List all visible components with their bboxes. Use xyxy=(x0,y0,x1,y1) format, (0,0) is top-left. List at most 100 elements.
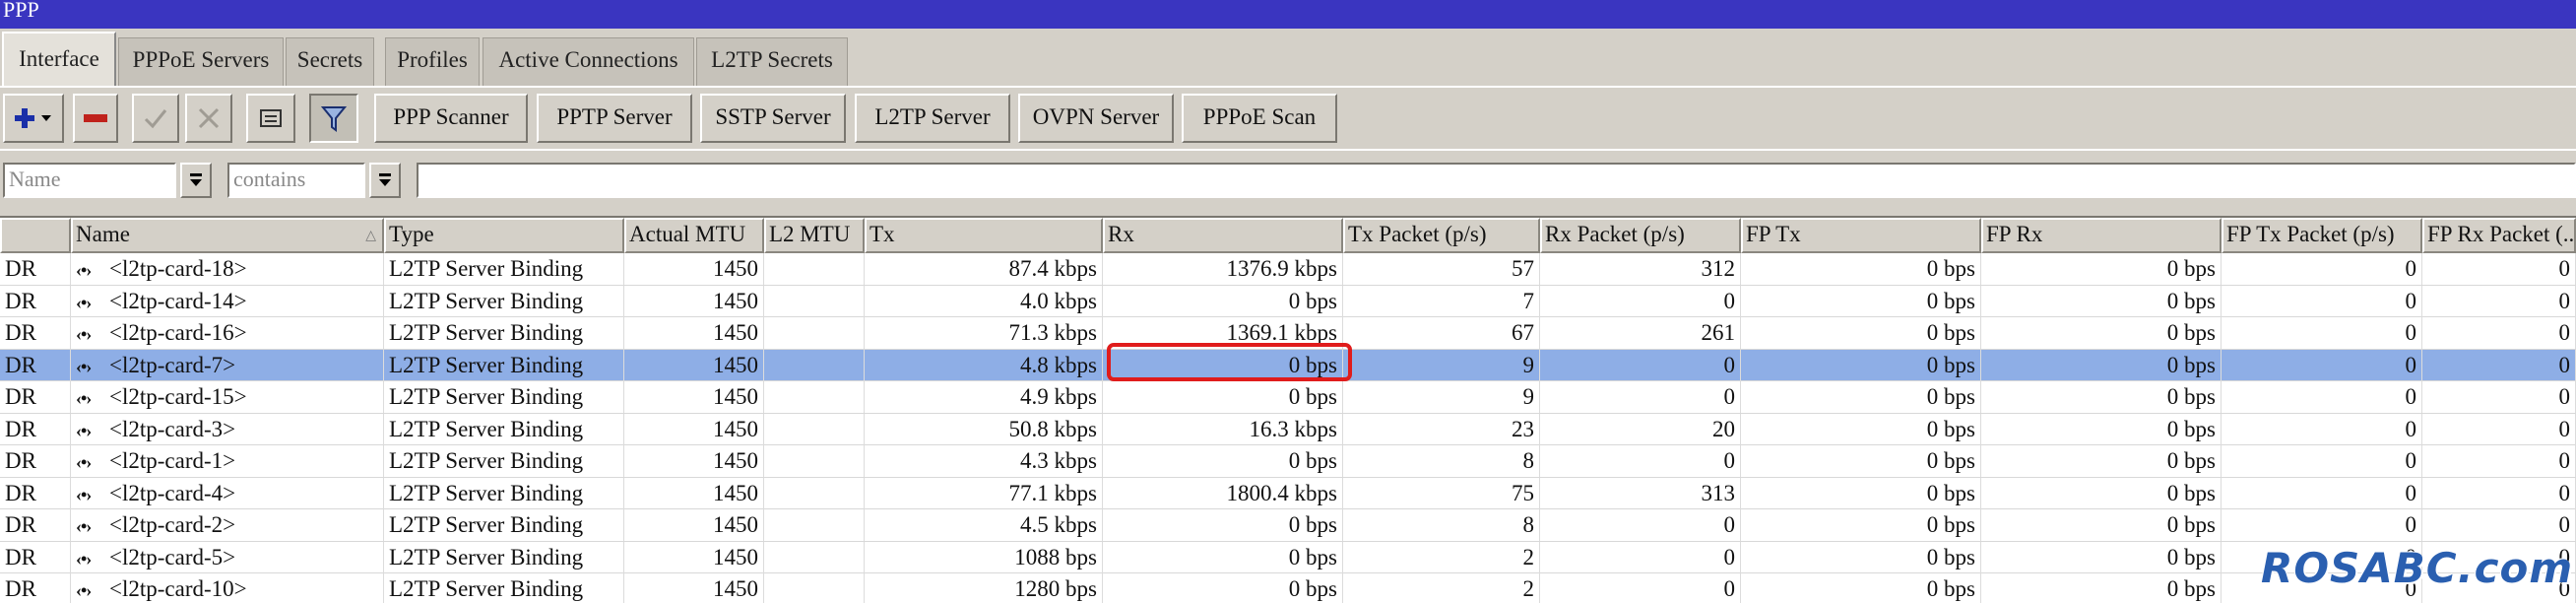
table-row[interactable]: DR ‹•› <l2tp-card-18> L2TP Server Binding 14… xyxy=(0,253,2576,286)
interface-icon: ‹•› xyxy=(76,548,92,569)
cell-fp-tx: 0 bps xyxy=(1741,253,1981,285)
column-header-flags[interactable] xyxy=(0,218,71,253)
cell-rx-packet: 313 xyxy=(1540,477,1741,509)
cell-l2-mtu xyxy=(764,285,865,317)
cell-rx-packet: 0 xyxy=(1540,509,1741,541)
l2tp-server-button[interactable]: L2TP Server xyxy=(855,94,1010,143)
cell-type: L2TP Server Binding xyxy=(384,541,624,573)
column-header-actual-mtu[interactable]: Actual MTU xyxy=(624,218,764,253)
cell-tx: 71.3 kbps xyxy=(865,317,1103,349)
filter-field-dropdown[interactable] xyxy=(180,163,212,198)
column-header-rx[interactable]: Rx xyxy=(1103,218,1343,253)
cell-l2-mtu xyxy=(764,413,865,445)
comment-icon xyxy=(260,109,282,127)
filter-button[interactable] xyxy=(309,94,358,143)
cell-flags: DR xyxy=(0,541,71,573)
column-header-name[interactable]: Name △ xyxy=(71,218,384,253)
cell-tx: 4.3 kbps xyxy=(865,445,1103,477)
cell-rx: 0 bps xyxy=(1103,541,1343,573)
cell-actual-mtu: 1450 xyxy=(624,317,764,349)
column-header-tx-packet[interactable]: Tx Packet (p/s) xyxy=(1343,218,1540,253)
interface-name: <l2tp-card-4> xyxy=(109,480,236,505)
interface-table: Name △ Type Actual MTU L2 MTU Tx Rx Tx Packet (… xyxy=(0,216,2576,603)
disable-button[interactable] xyxy=(185,94,232,143)
cell-name: ‹•› <l2tp-card-2> xyxy=(71,509,384,541)
filter-value-input[interactable] xyxy=(417,163,2576,198)
column-header-tx[interactable]: Tx xyxy=(865,218,1103,253)
interface-icon: ‹•› xyxy=(76,580,92,600)
tab-profiles[interactable]: Profiles xyxy=(385,37,480,86)
tab-active-connections[interactable]: Active Connections xyxy=(483,37,694,86)
add-button[interactable] xyxy=(3,94,64,143)
cell-type: L2TP Server Binding xyxy=(384,413,624,445)
tab-pppoe-servers[interactable]: PPPoE Servers xyxy=(118,37,284,86)
cell-fp-rx: 0 bps xyxy=(1981,285,2222,317)
column-header-fp-rx-packet[interactable]: FP Rx Packet (... xyxy=(2422,218,2576,253)
cell-fp-tx-packet: 0 xyxy=(2222,285,2422,317)
cell-fp-rx: 0 bps xyxy=(1981,445,2222,477)
filter-operator-dropdown[interactable] xyxy=(369,163,401,198)
interface-name: <l2tp-card-14> xyxy=(109,288,247,313)
cell-name: ‹•› <l2tp-card-18> xyxy=(71,253,384,285)
cell-fp-rx-packet: 0 xyxy=(2422,413,2576,445)
table-row[interactable]: DR ‹•› <l2tp-card-3> L2TP Server Binding 145… xyxy=(0,413,2576,445)
cell-name: ‹•› <l2tp-card-4> xyxy=(71,477,384,509)
interface-name: <l2tp-card-7> xyxy=(109,352,236,377)
ovpn-server-button[interactable]: OVPN Server xyxy=(1018,94,1174,143)
cell-tx: 4.0 kbps xyxy=(865,285,1103,317)
rx-cell-highlight-box xyxy=(1107,343,1352,381)
comment-button[interactable] xyxy=(246,94,295,143)
cell-rx-packet: 0 xyxy=(1540,285,1741,317)
cell-fp-rx-packet: 0 xyxy=(2422,285,2576,317)
filter-field-select[interactable]: Name xyxy=(3,163,176,198)
cell-fp-rx: 0 bps xyxy=(1981,381,2222,413)
interface-icon: ‹•› xyxy=(76,388,92,408)
sstp-server-button[interactable]: SSTP Server xyxy=(700,94,846,143)
cell-l2-mtu xyxy=(764,349,865,381)
tab-secrets[interactable]: Secrets xyxy=(286,37,374,86)
cell-l2-mtu xyxy=(764,317,865,349)
table-row[interactable]: DR ‹•› <l2tp-card-10> L2TP Server Binding 14… xyxy=(0,573,2576,603)
interface-name: <l2tp-card-15> xyxy=(109,384,247,409)
column-header-fp-rx[interactable]: FP Rx xyxy=(1981,218,2222,253)
column-header-l2-mtu[interactable]: L2 MTU xyxy=(764,218,865,253)
ppp-scanner-button[interactable]: PPP Scanner xyxy=(374,94,528,143)
remove-button[interactable] xyxy=(73,94,118,143)
tab-l2tp-secrets[interactable]: L2TP Secrets xyxy=(696,37,848,86)
tab-interface[interactable]: Interface xyxy=(2,32,116,87)
cell-rx: 0 bps xyxy=(1103,445,1343,477)
interface-name: <l2tp-card-1> xyxy=(109,448,236,473)
cell-fp-tx-packet: 0 xyxy=(2222,317,2422,349)
interface-icon: ‹•› xyxy=(76,356,92,376)
column-header-rx-packet[interactable]: Rx Packet (p/s) xyxy=(1540,218,1741,253)
column-header-type[interactable]: Type xyxy=(384,218,624,253)
cell-tx-packet: 8 xyxy=(1343,445,1540,477)
cell-name: ‹•› <l2tp-card-3> xyxy=(71,413,384,445)
column-header-fp-tx-packet[interactable]: FP Tx Packet (p/s) xyxy=(2222,218,2422,253)
table-row[interactable]: DR ‹•› <l2tp-card-4> L2TP Server Binding 145… xyxy=(0,477,2576,509)
cell-type: L2TP Server Binding xyxy=(384,573,624,603)
cell-flags: DR xyxy=(0,445,71,477)
table-row[interactable]: DR ‹•› <l2tp-card-1> L2TP Server Binding 145… xyxy=(0,445,2576,478)
table-row[interactable]: DR ‹•› <l2tp-card-5> L2TP Server Binding 145… xyxy=(0,541,2576,573)
table-row[interactable]: DR ‹•› <l2tp-card-2> L2TP Server Binding 145… xyxy=(0,509,2576,542)
pptp-server-button[interactable]: PPTP Server xyxy=(537,94,692,143)
cell-rx-packet: 261 xyxy=(1540,317,1741,349)
table-row[interactable]: DR ‹•› <l2tp-card-15> L2TP Server Binding 14… xyxy=(0,381,2576,414)
column-header-fp-tx[interactable]: FP Tx xyxy=(1741,218,1981,253)
interface-name: <l2tp-card-2> xyxy=(109,512,236,537)
cell-fp-tx-packet: 0 xyxy=(2222,381,2422,413)
cell-fp-tx-packet: 0 xyxy=(2222,413,2422,445)
cell-rx-packet: 0 xyxy=(1540,573,1741,603)
enable-button[interactable] xyxy=(132,94,179,143)
cell-name: ‹•› <l2tp-card-14> xyxy=(71,285,384,317)
pppoe-scan-button[interactable]: PPPoE Scan xyxy=(1182,94,1337,143)
interface-icon: ‹•› xyxy=(76,324,92,344)
cell-tx: 4.5 kbps xyxy=(865,509,1103,541)
cell-fp-tx-packet: 0 xyxy=(2222,349,2422,381)
cell-actual-mtu: 1450 xyxy=(624,541,764,573)
cell-fp-rx-packet: 0 xyxy=(2422,381,2576,413)
cell-rx: 1376.9 kbps xyxy=(1103,253,1343,285)
table-row[interactable]: DR ‹•› <l2tp-card-14> L2TP Server Binding 14… xyxy=(0,285,2576,317)
filter-operator-select[interactable]: contains xyxy=(227,163,365,198)
